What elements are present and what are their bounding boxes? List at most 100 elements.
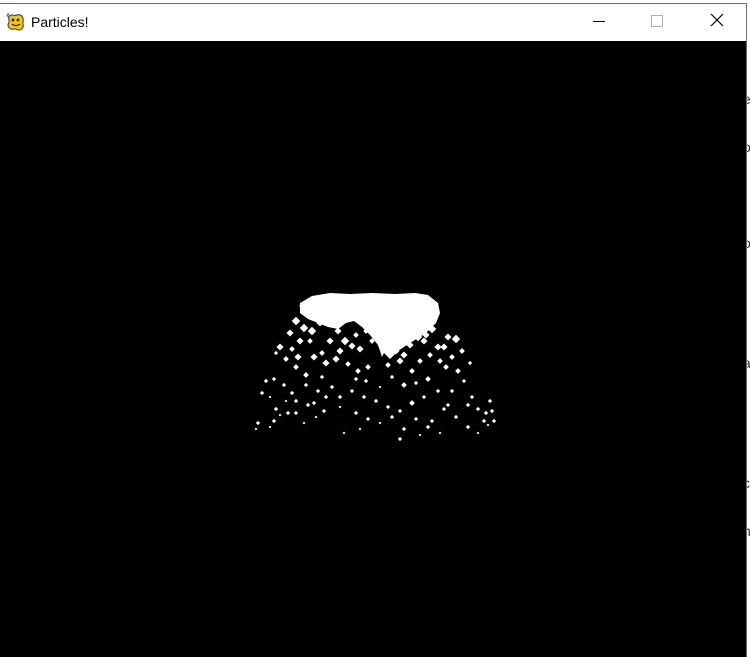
particle	[296, 337, 304, 345]
particle	[273, 406, 279, 412]
maximize-icon	[651, 14, 663, 32]
particle	[409, 400, 415, 406]
particle	[449, 354, 455, 360]
particle	[358, 427, 362, 431]
pygame-canvas[interactable]	[0, 41, 746, 657]
particle	[356, 345, 364, 353]
background-window-edge: e o o a c n	[746, 0, 750, 657]
particle	[278, 413, 282, 417]
particle	[365, 364, 371, 370]
particle	[353, 410, 359, 416]
particle	[353, 376, 359, 382]
particle	[286, 329, 294, 337]
background-glyph: o	[746, 139, 750, 155]
particle	[401, 426, 407, 432]
app-window: Particles!	[0, 4, 746, 657]
particle	[451, 334, 461, 344]
background-glyph: c	[746, 475, 750, 491]
particle	[420, 337, 428, 345]
particle	[459, 348, 465, 354]
particle	[302, 421, 306, 425]
particle	[273, 350, 279, 356]
particle	[337, 394, 343, 400]
particle	[293, 410, 299, 416]
particle	[425, 424, 431, 430]
particle	[293, 398, 299, 404]
particle	[487, 398, 493, 404]
particle	[425, 376, 431, 382]
particle	[332, 355, 340, 363]
particle	[427, 352, 433, 358]
particle	[307, 338, 313, 344]
particle	[294, 353, 302, 361]
minimize-icon	[593, 14, 605, 32]
particle	[397, 408, 403, 414]
particle	[307, 326, 317, 336]
particle	[483, 410, 489, 416]
particle	[465, 424, 471, 430]
particle	[385, 362, 391, 368]
particle	[445, 402, 451, 408]
particle	[413, 416, 419, 422]
particle	[284, 399, 288, 403]
particle	[385, 404, 391, 410]
particle	[389, 414, 395, 420]
particle	[289, 390, 295, 396]
particle	[340, 336, 350, 346]
particle	[353, 332, 359, 338]
particle	[486, 423, 490, 427]
particle	[349, 388, 355, 394]
particle	[285, 410, 291, 416]
particle-system	[254, 293, 497, 442]
particle	[418, 433, 422, 437]
particle	[396, 357, 404, 365]
minimize-button[interactable]	[570, 4, 628, 41]
particle	[276, 343, 284, 351]
particle	[271, 376, 277, 382]
close-button[interactable]	[688, 4, 746, 41]
particle	[259, 390, 265, 396]
particle	[310, 353, 318, 361]
particle	[268, 395, 272, 399]
particle	[443, 364, 449, 370]
particle	[465, 402, 471, 408]
particle	[378, 385, 382, 389]
pygame-snake-icon	[6, 12, 26, 32]
particle	[491, 418, 497, 424]
particle	[334, 327, 342, 335]
particle	[329, 384, 335, 390]
particle	[429, 418, 435, 424]
particle	[400, 351, 408, 359]
particle	[283, 356, 289, 362]
particle	[409, 368, 415, 374]
particle	[413, 380, 419, 386]
maximize-button[interactable]	[628, 4, 686, 41]
particle	[455, 368, 461, 374]
particle	[389, 374, 395, 380]
particle	[321, 408, 327, 414]
particle	[336, 347, 344, 355]
particle	[355, 368, 361, 374]
background-glyph: n	[746, 523, 750, 539]
particle	[461, 378, 467, 384]
background-glyph: o	[746, 235, 750, 251]
particle	[268, 425, 272, 429]
particle	[438, 431, 442, 435]
window-title: Particles!	[31, 14, 89, 30]
title-bar[interactable]: Particles!	[0, 4, 746, 41]
particle	[481, 418, 487, 424]
particle	[319, 374, 325, 380]
particle	[281, 382, 287, 388]
particle	[254, 427, 258, 431]
particle	[289, 346, 295, 352]
particle	[263, 378, 269, 384]
close-icon	[710, 13, 724, 32]
particle	[338, 405, 342, 409]
particle	[319, 350, 325, 356]
particle	[322, 359, 330, 367]
particle	[342, 431, 346, 435]
particle	[299, 323, 309, 333]
particle	[373, 398, 379, 404]
particle	[348, 342, 356, 350]
particle	[435, 388, 441, 394]
